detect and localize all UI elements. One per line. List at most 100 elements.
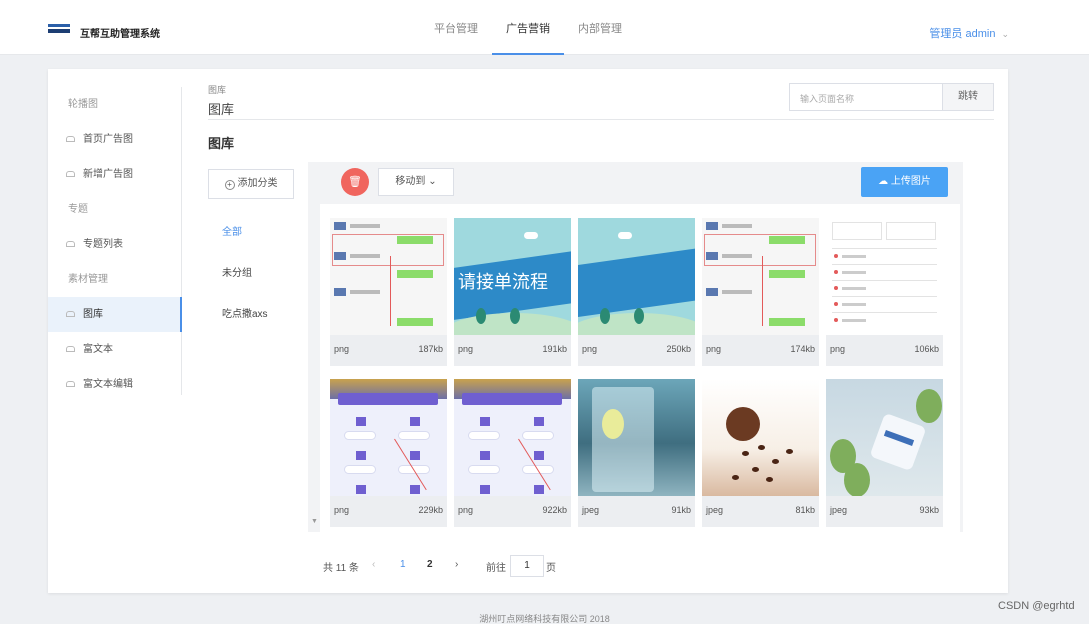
breadcrumb: 图库 <box>208 85 227 95</box>
image-thumbnail <box>826 218 943 335</box>
divider <box>208 119 994 120</box>
scroll-down-icon[interactable]: ▼ <box>311 518 318 525</box>
add-category-button[interactable]: + 添加分类 <box>208 169 294 199</box>
image-tile[interactable]: png 106kb <box>826 218 943 366</box>
image-tile[interactable]: jpeg 91kb <box>578 379 695 527</box>
next-page-icon[interactable]: › <box>455 559 458 570</box>
delete-button[interactable]: 🗑 <box>341 168 369 196</box>
add-category-label: 添加分类 <box>237 178 278 189</box>
banner-caption: 请接单流程 <box>458 272 548 292</box>
sidebar-item-label: 图库 <box>83 309 103 320</box>
image-type: jpeg <box>830 505 848 515</box>
category-all[interactable]: 全部 <box>222 223 242 238</box>
image-size: 229kb <box>418 505 443 515</box>
image-size: 250kb <box>666 344 691 354</box>
image-tile[interactable]: 请接单流程 png 191kb <box>454 218 571 366</box>
goto-page-input[interactable]: 1 <box>510 555 544 577</box>
image-type: jpeg <box>706 505 724 515</box>
image-tile[interactable]: jpeg 81kb <box>702 379 819 527</box>
gallery-toolbar: 🗑 移动到 ⌄ ☁ 上传图片 <box>308 162 963 202</box>
page-2[interactable]: 2 <box>427 559 433 570</box>
user-name: 管理员 admin <box>929 28 996 40</box>
sidebar: 轮播图 首页广告图 新增广告图 专题 专题列表 素材管理 图库 富文本 富文本编… <box>48 87 182 395</box>
tab-ad-marketing[interactable]: 广告营销 <box>492 0 564 55</box>
sidebar-item-label: 富文本 <box>83 344 113 355</box>
sidebar-item-gallery[interactable]: 图库 <box>48 297 182 332</box>
sidebar-item-label: 富文本编辑 <box>83 379 133 390</box>
tab-platform[interactable]: 平台管理 <box>420 0 492 55</box>
image-thumbnail <box>330 379 447 496</box>
cloud-icon <box>66 311 75 318</box>
cloud-upload-icon: ☁ <box>878 176 889 187</box>
image-type: png <box>334 505 350 515</box>
image-size: 191kb <box>542 344 567 354</box>
sidebar-group-carousel: 轮播图 <box>68 99 98 110</box>
cloud-icon <box>66 171 75 178</box>
chevron-down-icon: ⌄ <box>428 176 437 187</box>
sidebar-item-topic-list[interactable]: 专题列表 <box>48 227 181 262</box>
sidebar-item-rich-text-editor[interactable]: 富文本编辑 <box>48 367 181 402</box>
trash-icon: 🗑 <box>348 176 362 188</box>
image-thumbnail <box>578 379 695 496</box>
sidebar-item-home-ads[interactable]: 首页广告图 <box>48 122 181 157</box>
main-card: 轮播图 首页广告图 新增广告图 专题 专题列表 素材管理 图库 富文本 富文本编… <box>48 69 1008 593</box>
user-menu[interactable]: 管理员 admin ⌄ <box>929 25 1009 41</box>
gallery-panel: 🗑 移动到 ⌄ ☁ 上传图片 ▼ png 187kb 请接单流程 png 191… <box>308 162 963 532</box>
image-grid: png 187kb 请接单流程 png 191kb png 250kb png … <box>320 204 960 532</box>
image-tile[interactable]: png 922kb <box>454 379 571 527</box>
image-size: 174kb <box>790 344 815 354</box>
upload-label: 上传图片 <box>890 176 931 187</box>
image-type: png <box>706 344 722 354</box>
cloud-icon <box>66 241 75 248</box>
move-to-label: 移动到 <box>395 176 426 187</box>
image-thumbnail <box>454 379 571 496</box>
prev-page-icon[interactable]: ‹ <box>372 559 375 570</box>
move-to-dropdown[interactable]: 移动到 ⌄ <box>378 168 454 196</box>
image-size: 922kb <box>542 505 567 515</box>
image-tile[interactable]: png 229kb <box>330 379 447 527</box>
cloud-icon <box>66 381 75 388</box>
category-ungrouped[interactable]: 未分组 <box>222 264 252 279</box>
upload-image-button[interactable]: ☁ 上传图片 <box>861 167 948 197</box>
sidebar-item-new-ad[interactable]: 新增广告图 <box>48 157 181 192</box>
logo <box>48 24 70 34</box>
image-type: png <box>830 344 846 354</box>
page-1[interactable]: 1 <box>400 559 406 570</box>
image-size: 91kb <box>671 505 691 515</box>
image-tile[interactable]: png 174kb <box>702 218 819 366</box>
image-tile[interactable]: png 187kb <box>330 218 447 366</box>
image-thumbnail <box>702 218 819 335</box>
section-title: 图库 <box>208 136 235 151</box>
sidebar-group-topics: 专题 <box>68 204 88 215</box>
tab-internal[interactable]: 内部管理 <box>564 0 636 55</box>
top-nav: 平台管理 广告营销 内部管理 <box>420 0 636 55</box>
watermark: CSDN @egrhtd <box>998 600 1075 612</box>
footer: 湖州叮点网络科技有限公司 2018 <box>479 614 610 624</box>
image-thumbnail <box>330 218 447 335</box>
image-type: png <box>458 344 474 354</box>
pagination-total: 共 11 条 <box>323 563 359 574</box>
sidebar-item-label: 新增广告图 <box>83 169 133 180</box>
category-custom[interactable]: 吃点撒axs <box>222 305 268 320</box>
image-size: 93kb <box>919 505 939 515</box>
image-tile[interactable]: jpeg 93kb <box>826 379 943 527</box>
page-search-input[interactable]: 输入页面名称 <box>789 83 943 111</box>
image-thumbnail <box>702 379 819 496</box>
top-bar: 互帮互助管理系统 平台管理 广告营销 内部管理 管理员 admin ⌄ <box>0 0 1089 55</box>
image-thumbnail <box>578 218 695 335</box>
image-thumbnail: 请接单流程 <box>454 218 571 335</box>
app-title: 互帮互助管理系统 <box>80 29 160 40</box>
image-type: png <box>334 344 350 354</box>
image-type: jpeg <box>582 505 600 515</box>
image-size: 106kb <box>914 344 939 354</box>
cloud-icon <box>66 346 75 353</box>
sidebar-group-assets: 素材管理 <box>68 274 108 285</box>
image-tile[interactable]: png 250kb <box>578 218 695 366</box>
image-type: png <box>582 344 598 354</box>
sidebar-item-rich-text[interactable]: 富文本 <box>48 332 181 367</box>
cloud-icon <box>66 136 75 143</box>
jump-button[interactable]: 跳转 <box>942 83 994 111</box>
sidebar-item-label: 首页广告图 <box>83 134 133 145</box>
image-thumbnail <box>826 379 943 496</box>
chevron-down-icon: ⌄ <box>1001 29 1009 39</box>
